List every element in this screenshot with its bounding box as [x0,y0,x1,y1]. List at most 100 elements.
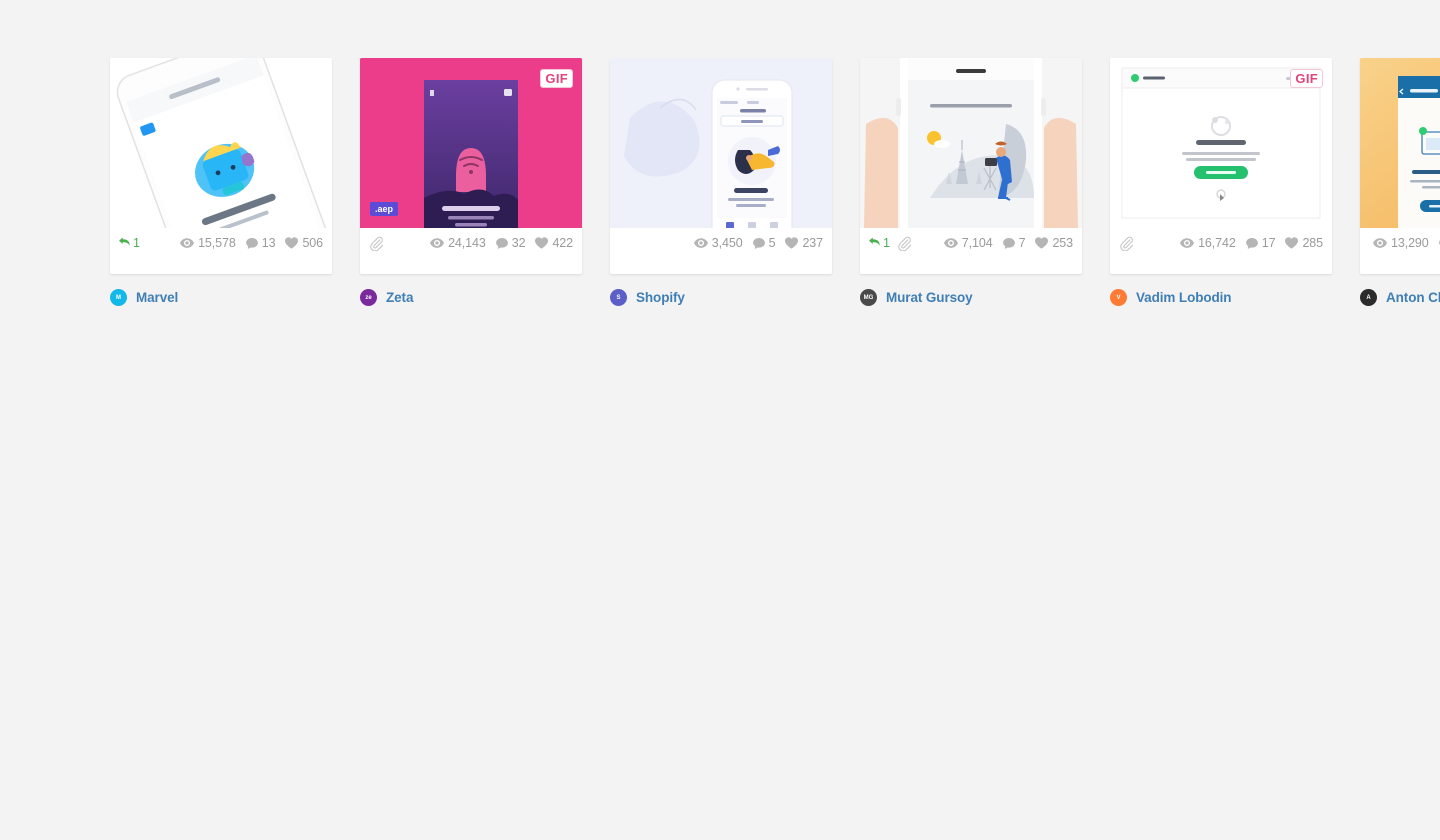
rebound-count[interactable]: 1 [869,236,890,250]
avatar-initials: MG [863,294,874,301]
shot-thumbnail[interactable] [1360,58,1440,228]
comment-icon [1245,237,1258,249]
shot-author[interactable]: V Vadim Lobodin [1110,274,1332,307]
views-stat[interactable]: 7,104 [943,236,993,250]
rebound-arrow-icon [869,237,880,246]
shot-card-2[interactable]: GIF .aep 24,143 32 422 [360,58,582,274]
shot-stats-right: 24,143 32 422 [430,236,573,250]
shot-thumbnail[interactable]: GIF .aep [360,58,582,228]
author-name[interactable]: Zeta [386,290,413,305]
likes-stat[interactable]: 253 [1035,236,1073,250]
likes-stat[interactable]: 422 [535,236,573,250]
thumb-art-lavender-iphone-woman [610,58,832,228]
views-stat[interactable]: 13,290 [1373,236,1429,250]
shot-author[interactable]: M Marvel [110,274,332,307]
shot-stats-right: 7,104 7 253 [943,236,1073,250]
views-stat[interactable]: 24,143 [430,236,486,250]
gif-badge: GIF [540,69,573,88]
attachment-indicator[interactable] [1119,236,1133,251]
shot-author[interactable]: A Anton Chandra [1360,274,1440,307]
shot-stats-bar: 13,29010236 [1360,228,1440,258]
likes-stat[interactable]: 237 [785,236,823,250]
heart-icon [785,237,799,249]
heart-icon [285,237,299,249]
avatar: A [1360,289,1377,306]
likes-stat[interactable]: 285 [1285,236,1323,250]
comments-stat[interactable]: 7 [1002,236,1026,250]
author-name[interactable]: Murat Gursoy [886,290,973,305]
comments-stat[interactable]: 17 [1245,236,1276,250]
artwork-shot-3 [610,58,832,228]
avatar: M [110,289,127,306]
author-name[interactable]: Vadim Lobodin [1136,290,1232,305]
avatar: V [1110,289,1127,306]
heart-icon [535,237,549,249]
shot-author[interactable]: S Shopify [610,274,832,307]
shot-thumbnail[interactable] [110,58,332,228]
shot-thumbnail[interactable]: GIF [1110,58,1332,228]
likes-stat-value: 422 [552,236,573,250]
comments-stat[interactable]: 5 [752,236,776,250]
avatar-initials: V [1116,294,1121,301]
avatar-initials: S [616,294,621,301]
views-stat-value: 16,742 [1198,236,1236,250]
eye-icon [1373,238,1387,248]
views-stat-value: 15,578 [198,236,236,250]
likes-stat-value: 237 [802,236,823,250]
views-stat[interactable]: 3,450 [693,236,743,250]
likes-stat[interactable]: 506 [285,236,323,250]
comments-stat-value: 7 [1018,236,1026,250]
likes-stat-value: 253 [1052,236,1073,250]
views-stat[interactable]: 16,742 [1180,236,1236,250]
thumb-art-tilted-iphone-blue-character [110,58,332,228]
shot-thumbnail[interactable] [610,58,832,228]
author-name[interactable]: Marvel [136,290,178,305]
artwork-shot-6 [1360,58,1440,228]
shot-stats-left: 1 [869,236,911,251]
heart-icon [1035,237,1049,249]
comments-stat-value: 32 [511,236,526,250]
shot-card-3[interactable]: 3,450 5 237 [610,58,832,274]
views-stat-value: 3,450 [711,236,743,250]
shot-author[interactable]: MG Murat Gursoy [860,274,1082,307]
shot-stats-right: 13,29010236 [1373,236,1440,250]
views-stat-value: 24,143 [448,236,486,250]
comment-icon [752,237,765,249]
shot-card-1[interactable]: 1 15,578 13 506 [110,58,332,274]
shot-thumbnail[interactable] [860,58,1082,228]
author-name[interactable]: Anton Chandra [1386,290,1440,305]
comments-stat-value: 17 [1261,236,1276,250]
shot-card-4[interactable]: 1 7,104 7 253 [860,58,1082,274]
shot-grid: 1 15,578 13 506 GIF .aep 24,143 32 422 3,450 5 237 1… [0,0,1440,840]
avatar: S [610,289,627,306]
thumb-art-hands-holding-phone-eiffel [860,58,1082,228]
paperclip-icon [1120,236,1133,251]
avatar-initials: A [1366,294,1371,301]
shot-stats-left: 1 [119,236,140,250]
shot-stats-right: 16,742 17 285 [1180,236,1323,250]
eye-icon [1180,238,1195,248]
shot-stats-right: 3,450 5 237 [693,236,823,250]
views-stat[interactable]: 15,578 [180,236,236,250]
eye-icon [180,238,195,248]
avatar-initials: M [116,294,121,301]
avatar-initials: ze [365,294,372,301]
shot-stats-bar: 3,450 5 237 [610,228,832,258]
comments-stat[interactable]: 13 [245,236,276,250]
heart-icon [1285,237,1299,249]
gif-badge: GIF [1290,69,1323,88]
shot-card-6[interactable]: 13,29010236 [1360,58,1440,274]
comments-stat[interactable]: 32 [495,236,526,250]
views-stat-value: 7,104 [961,236,993,250]
eye-icon [943,238,958,248]
shot-card-5[interactable]: GIF 16,742 17 285 [1110,58,1332,274]
shot-author[interactable]: ze Zeta [360,274,582,307]
attachment-indicator[interactable] [369,236,383,251]
avatar: MG [860,289,877,306]
shot-stats-bar: 16,742 17 285 [1110,228,1332,258]
rebound-count[interactable]: 1 [119,236,140,250]
comments-stat-value: 5 [768,236,776,250]
attachment-indicator[interactable] [897,236,911,251]
author-name[interactable]: Shopify [636,290,685,305]
shot-stats-left [1119,236,1133,251]
